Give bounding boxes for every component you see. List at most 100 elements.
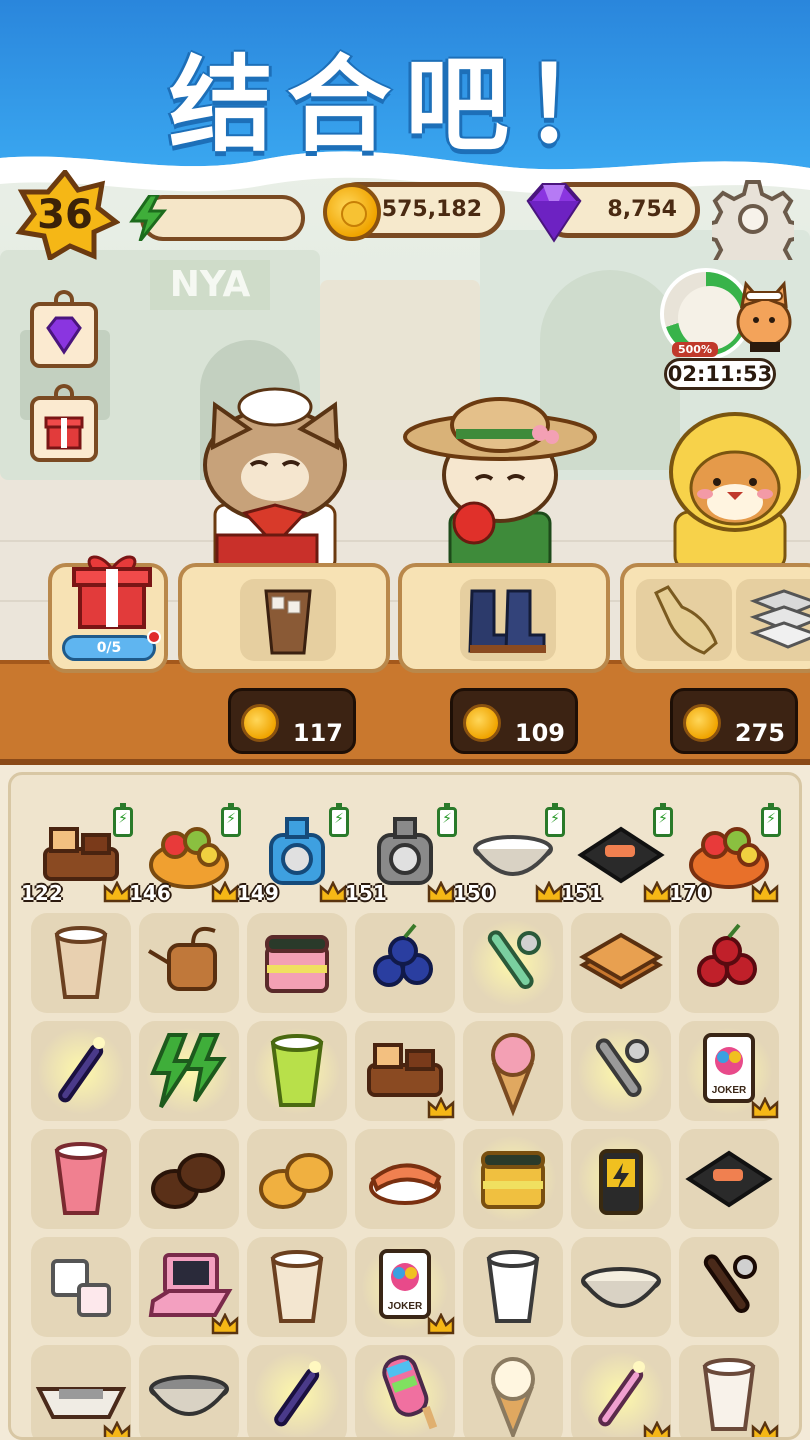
pruning-shears-icon[interactable] [461, 911, 565, 1015]
gem-counter[interactable]: 8,754 [526, 182, 700, 243]
gift-progress-card[interactable]: 0/5 [48, 555, 168, 673]
battery-charge-icon [113, 803, 133, 837]
mortar-icon [149, 1375, 229, 1416]
order-item-slot [636, 579, 732, 661]
player-level: 36 [37, 192, 93, 238]
battery-charge-icon [437, 803, 457, 837]
energy-bolts-icon[interactable] [137, 1019, 241, 1123]
ice-cream-cup-icon[interactable] [677, 1343, 781, 1437]
dessert-tray-icon[interactable] [353, 1019, 457, 1123]
salmon-sushi-icon [369, 1163, 442, 1205]
order-card-3[interactable] [620, 563, 810, 673]
crown-icon [427, 881, 455, 903]
event-countdown: 02:11:53 [664, 358, 776, 390]
battery-icon [599, 1149, 643, 1215]
vanilla-ice-cream-icon[interactable] [461, 1343, 565, 1437]
star-wand-icon[interactable] [569, 1343, 673, 1437]
battery-icon[interactable] [569, 1127, 673, 1231]
joker-card-icon[interactable]: JOKER [677, 1019, 781, 1123]
milkshake-icon[interactable] [29, 911, 133, 1015]
coin-value: 575,182 [381, 197, 482, 222]
ice-cream-cone-icon[interactable] [461, 1019, 565, 1123]
gem-shop-button[interactable] [30, 290, 98, 368]
gift-progress-bar: 0/5 [62, 630, 161, 661]
crown-icon [103, 881, 131, 903]
ice-cream-cone-icon [491, 1033, 535, 1117]
crown-icon [643, 881, 671, 903]
producer-bento-box[interactable]: 170 [669, 803, 781, 907]
producer-meat-grinder[interactable]: 151 [345, 803, 457, 907]
order-item-slot [736, 579, 810, 661]
soy-sauce-dish-icon [685, 1150, 773, 1208]
battery-charge-icon [329, 803, 349, 837]
gardener-cat-customer[interactable] [400, 395, 600, 570]
coin-counter[interactable]: 575,182 [323, 182, 505, 241]
order-card-1[interactable] [178, 563, 390, 673]
milkshake-icon [54, 926, 108, 999]
rainbow-popsicle-icon[interactable] [353, 1343, 457, 1437]
honey-toast-icon[interactable] [461, 1127, 565, 1231]
order-item-slot [240, 579, 336, 661]
producer-dessert-tray[interactable]: 122 [21, 803, 133, 907]
crown-icon [103, 1421, 131, 1437]
joker-label: JOKER [712, 1085, 747, 1096]
tofu-cubes-icon[interactable] [29, 1235, 133, 1339]
salmon-sushi-icon[interactable] [353, 1127, 457, 1231]
producer-level: 151 [345, 881, 387, 905]
joker-card-icon[interactable]: JOKER [353, 1235, 457, 1339]
order-price-2: 109 [450, 688, 578, 754]
coin-icon [463, 704, 501, 742]
hammer-icon[interactable] [569, 1019, 673, 1123]
mortar-icon[interactable] [137, 1343, 241, 1437]
producer-sushi-board[interactable]: 151 [561, 803, 673, 907]
grilled-sandwich-icon[interactable] [569, 911, 673, 1015]
maid-cat-icon [736, 280, 792, 352]
egg-tarts-icon[interactable] [245, 1127, 349, 1231]
cherries-icon[interactable] [677, 911, 781, 1015]
coffee-cup-icon[interactable] [461, 1235, 565, 1339]
order-card-2[interactable] [398, 563, 610, 673]
soy-sauce-dish-icon[interactable] [677, 1127, 781, 1231]
strawberry-juice-icon[interactable] [29, 1127, 133, 1231]
producer-fruit-basket[interactable]: 146 [129, 803, 241, 907]
event-timer-widget[interactable]: 500% 02:11:53 [660, 268, 805, 393]
player-level-badge[interactable]: 36 [10, 170, 120, 260]
pink-laptop-icon[interactable] [137, 1235, 241, 1339]
lime-soda-icon [270, 1034, 324, 1107]
pruning-shears-icon [487, 930, 541, 990]
ramen-bowl-icon [581, 1267, 661, 1308]
blueberries-icon[interactable] [353, 911, 457, 1015]
iced-coffee-icon [264, 589, 312, 655]
producer-level: 122 [21, 881, 63, 905]
settings-gear-icon[interactable] [702, 178, 804, 282]
chocolate-cookies-icon[interactable] [137, 1127, 241, 1231]
crown-icon [751, 1421, 779, 1437]
producer-ice-shaver[interactable]: 149 [237, 803, 349, 907]
magic-wand-icon[interactable] [245, 1343, 349, 1437]
order-price-value: 275 [734, 719, 785, 747]
blueberries-icon [373, 923, 433, 987]
rowboat-icon[interactable] [29, 1343, 133, 1437]
banner-title: 结合吧！ [168, 44, 641, 166]
layer-cake-icon[interactable] [245, 911, 349, 1015]
producer-level: 151 [561, 881, 603, 905]
sundae-cup-icon[interactable] [245, 1235, 349, 1339]
ramen-bowl-icon[interactable] [569, 1235, 673, 1339]
watering-can-icon [147, 926, 217, 991]
gift-shop-button[interactable] [30, 384, 98, 462]
gift-box-icon [72, 555, 152, 629]
grilled-sandwich-icon [579, 932, 663, 990]
lime-soda-icon[interactable] [245, 1019, 349, 1123]
producer-rice-bowl[interactable]: 150 [453, 803, 565, 907]
magic-wand-icon[interactable] [29, 1019, 133, 1123]
battery-charge-icon [221, 803, 241, 837]
crown-icon [427, 1097, 455, 1119]
watering-can-icon[interactable] [137, 911, 241, 1015]
egg-tarts-icon [259, 1153, 333, 1209]
battery-charge-icon [545, 803, 565, 837]
chef-cat-customer[interactable] [185, 385, 415, 570]
order-price-1: 117 [228, 688, 356, 754]
merge-board: 122 146 149 151 150 151 170 JOKER JOKER [8, 772, 802, 1440]
fishing-rod-icon[interactable] [677, 1235, 781, 1339]
yellow-hood-bird-customer[interactable] [655, 400, 810, 570]
